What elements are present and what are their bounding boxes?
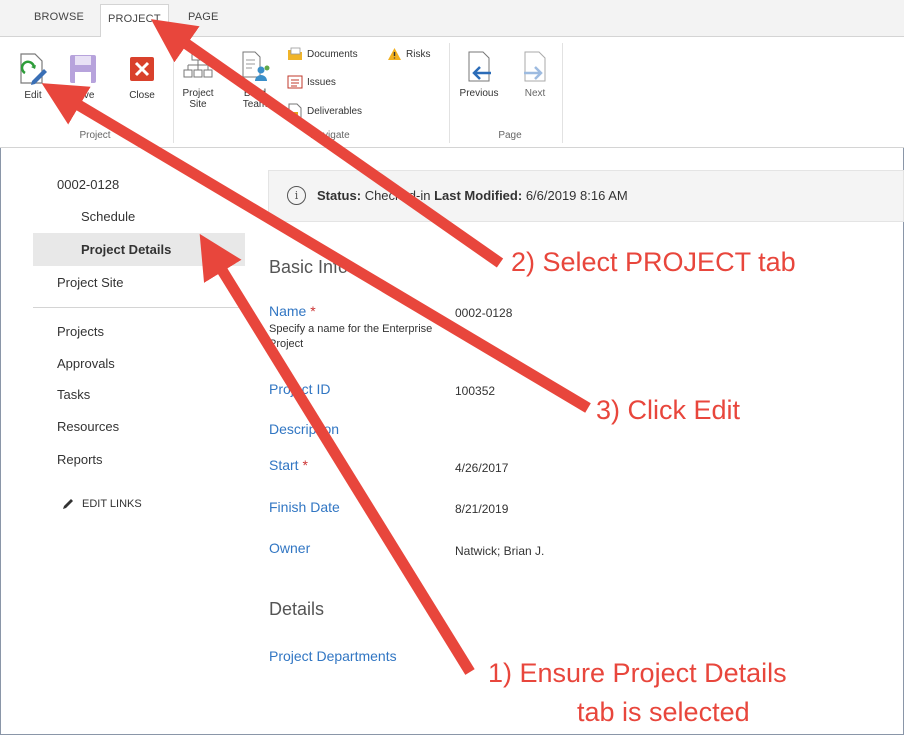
callout-step-2: 2) Select PROJECT tab <box>511 247 796 277</box>
callout-step-1-line-2: tab is selected <box>577 697 750 727</box>
arrow-to-project-tab <box>150 19 504 268</box>
callout-step-3: 3) Click Edit <box>596 395 741 425</box>
annotation-arrows <box>41 19 591 675</box>
arrow-to-project-details <box>199 233 475 675</box>
callout-step-1-line-1: 1) Ensure Project Details <box>488 658 787 688</box>
